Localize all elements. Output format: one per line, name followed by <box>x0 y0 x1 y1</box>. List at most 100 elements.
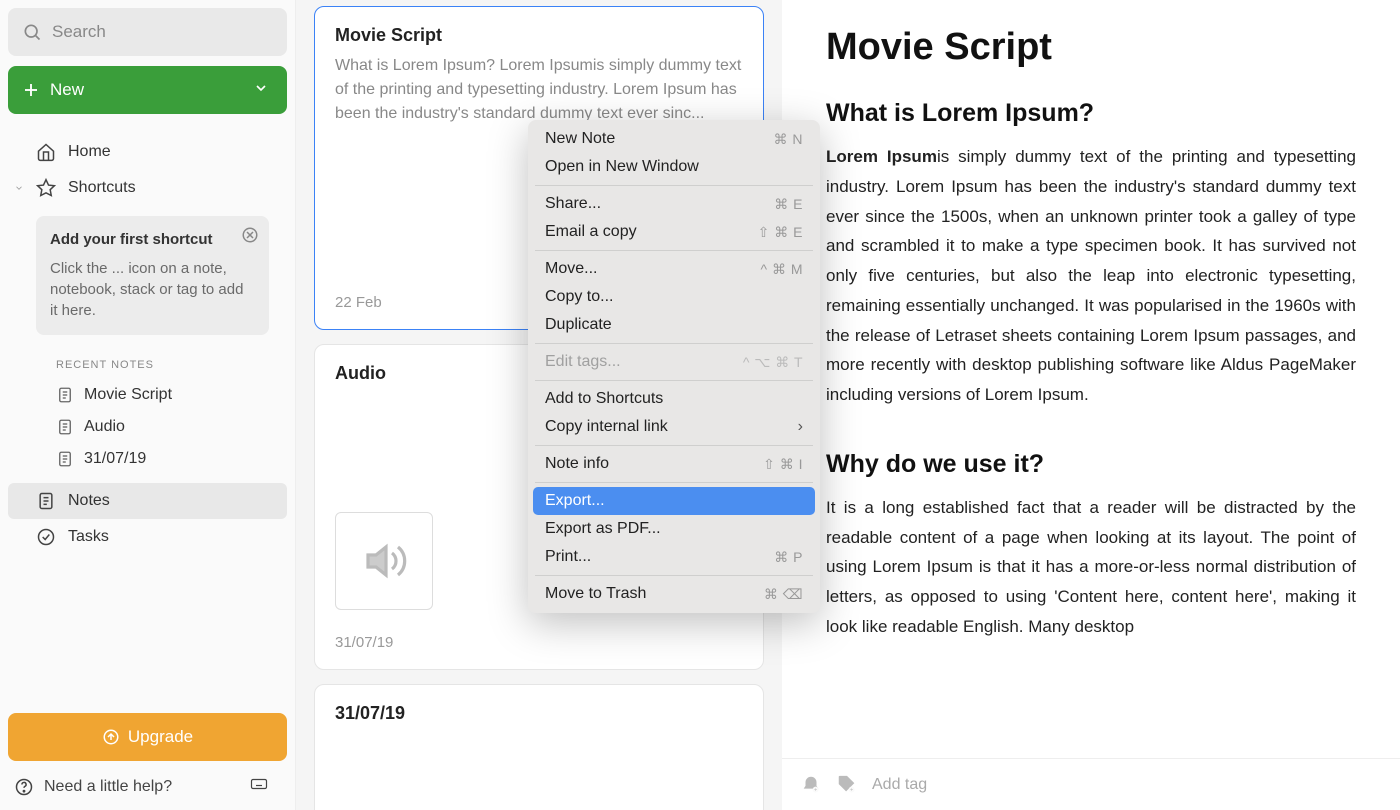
sidebar-item-label: Shortcuts <box>68 179 136 197</box>
sidebar-item-shortcuts[interactable]: Shortcuts <box>8 170 287 206</box>
menu-item-copy-to[interactable]: Copy to... <box>533 283 815 311</box>
menu-item-label: Share... <box>545 195 601 213</box>
menu-item-export-as-pdf[interactable]: Export as PDF... <box>533 515 815 543</box>
note-card-date: 31/07/19 <box>335 634 743 651</box>
editor: Movie Script What is Lorem Ipsum? Lorem … <box>782 0 1400 810</box>
audio-thumbnail <box>335 512 433 610</box>
menu-item-shortcut: ⇧ ⌘ E <box>758 224 803 241</box>
new-dropdown-toggle[interactable] <box>235 80 287 101</box>
sidebar-item-tasks[interactable]: Tasks <box>8 519 287 555</box>
menu-item-label: Duplicate <box>545 316 612 334</box>
menu-item-label: Edit tags... <box>545 353 621 371</box>
svg-text:+: + <box>850 787 853 793</box>
sidebar-item-label: Notes <box>68 492 110 510</box>
chevron-down-icon <box>20 183 30 193</box>
new-button[interactable]: New <box>8 66 287 114</box>
menu-item-shortcut: ⌘ N <box>774 131 804 148</box>
menu-item-add-to-shortcuts[interactable]: Add to Shortcuts <box>533 385 815 413</box>
upgrade-label: Upgrade <box>128 727 193 747</box>
menu-item-label: Export... <box>545 492 605 510</box>
menu-item-move[interactable]: Move... ^ ⌘ M <box>533 255 815 283</box>
menu-item-label: Move... <box>545 260 597 278</box>
svg-text:+: + <box>814 787 817 793</box>
menu-item-export[interactable]: Export... <box>533 487 815 515</box>
tasks-icon <box>36 527 56 547</box>
note-icon <box>56 450 74 468</box>
add-tag-input[interactable]: Add tag <box>872 776 927 794</box>
note-icon <box>56 418 74 436</box>
notes-icon <box>36 491 56 511</box>
note-card-title: 31/07/19 <box>335 703 743 724</box>
shortcut-hint-title: Add your first shortcut <box>50 230 255 250</box>
menu-separator <box>535 343 813 344</box>
new-button-label: New <box>50 80 84 100</box>
upgrade-icon <box>102 728 120 746</box>
recent-note-label: 31/07/19 <box>84 450 146 468</box>
recent-notes-label: Recent Notes <box>8 335 287 379</box>
speaker-icon <box>360 537 408 585</box>
menu-item-copy-internal-link[interactable]: Copy internal link› <box>533 413 815 441</box>
recent-note-item[interactable]: Audio <box>8 411 287 443</box>
close-button[interactable] <box>241 226 259 247</box>
paragraph: Lorem Ipsumis simply dummy text of the p… <box>826 142 1356 410</box>
menu-item-duplicate[interactable]: Duplicate <box>533 311 815 339</box>
search-icon <box>22 22 42 42</box>
menu-item-new-note[interactable]: New Note ⌘ N <box>533 125 815 153</box>
menu-item-label: Add to Shortcuts <box>545 390 663 408</box>
menu-separator <box>535 445 813 446</box>
recent-note-label: Audio <box>84 418 125 436</box>
help-link[interactable]: Need a little help? <box>14 777 172 797</box>
menu-item-share[interactable]: Share... ⌘ E <box>533 190 815 218</box>
menu-item-edit-tags: Edit tags... ^ ⌥ ⌘ T <box>533 348 815 376</box>
chevron-right-icon: › <box>798 418 803 436</box>
shortcut-hint-card: Add your first shortcut Click the ... ic… <box>36 216 269 335</box>
heading: Why do we use it? <box>826 450 1356 479</box>
editor-footer: + + Add tag <box>782 758 1400 810</box>
shortcut-hint-desc: Click the ... icon on a note, notebook, … <box>50 258 255 321</box>
menu-separator <box>535 482 813 483</box>
note-title: Movie Script <box>826 26 1356 69</box>
menu-item-label: Move to Trash <box>545 585 646 603</box>
menu-item-shortcut: ⌘ E <box>774 196 803 213</box>
context-menu: New Note ⌘ N Open in New Window Share... ⌘ E… <box>528 120 820 613</box>
keyboard-icon <box>247 775 271 793</box>
reminder-icon[interactable]: + <box>800 774 822 796</box>
menu-item-label: Open in New Window <box>545 158 699 176</box>
menu-item-print[interactable]: Print... ⌘ P <box>533 543 815 571</box>
help-label: Need a little help? <box>44 778 172 796</box>
upgrade-button[interactable]: Upgrade <box>8 713 287 761</box>
menu-item-label: Copy to... <box>545 288 613 306</box>
menu-item-label: New Note <box>545 130 615 148</box>
menu-item-label: Print... <box>545 548 591 566</box>
menu-item-email-a-copy[interactable]: Email a copy ⇧ ⌘ E <box>533 218 815 246</box>
keyboard-button[interactable] <box>247 775 281 798</box>
menu-item-label: Email a copy <box>545 223 637 241</box>
sidebar-item-label: Tasks <box>68 528 109 546</box>
search-placeholder: Search <box>52 22 106 42</box>
menu-separator <box>535 250 813 251</box>
sidebar: Search New Home Shortcuts Add your firs <box>0 0 296 810</box>
menu-item-shortcut: ⌘ P <box>774 549 803 566</box>
search-input[interactable]: Search <box>8 8 287 56</box>
sidebar-item-home[interactable]: Home <box>8 134 287 170</box>
menu-item-shortcut: ^ ⌥ ⌘ T <box>743 354 803 371</box>
tag-add-icon[interactable]: + <box>836 774 858 796</box>
menu-item-label: Note info <box>545 455 609 473</box>
recent-note-label: Movie Script <box>84 386 172 404</box>
note-icon <box>56 386 74 404</box>
sidebar-item-label: Home <box>68 143 111 161</box>
note-card-title: Movie Script <box>335 25 743 46</box>
close-icon <box>241 226 259 244</box>
recent-note-item[interactable]: 31/07/19 <box>8 443 287 475</box>
menu-item-open-in-new-window[interactable]: Open in New Window <box>533 153 815 181</box>
note-card[interactable]: 31/07/19 <box>314 684 764 810</box>
recent-note-item[interactable]: Movie Script <box>8 379 287 411</box>
menu-item-shortcut: ^ ⌘ M <box>760 261 803 278</box>
home-icon <box>36 142 56 162</box>
editor-body[interactable]: Movie Script What is Lorem Ipsum? Lorem … <box>782 0 1400 758</box>
menu-separator <box>535 380 813 381</box>
sidebar-item-notes[interactable]: Notes <box>8 483 287 519</box>
menu-item-note-info[interactable]: Note info⇧ ⌘ I <box>533 450 815 478</box>
plus-icon <box>22 81 40 99</box>
menu-item-move-to-trash[interactable]: Move to Trash⌘ ⌫ <box>533 580 815 608</box>
